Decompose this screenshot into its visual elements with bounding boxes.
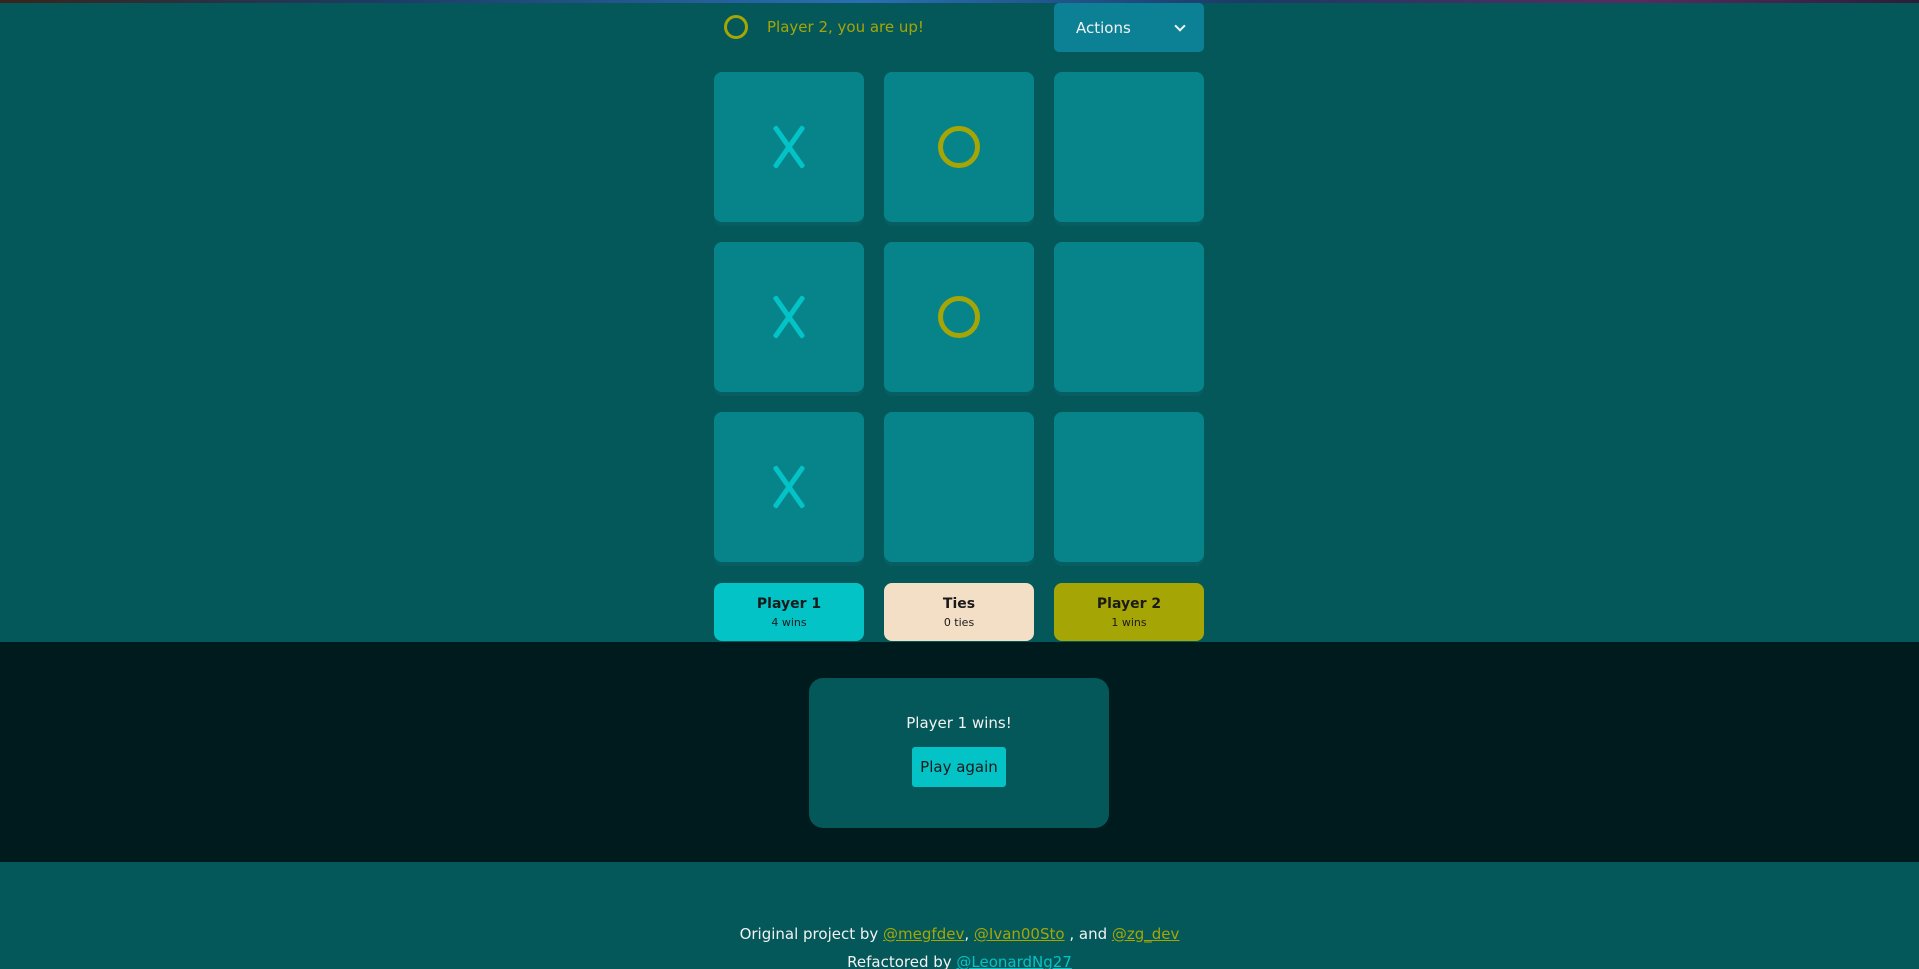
footer: Original project by @megfdev, @Ivan00Sto… [0, 920, 1919, 969]
ties-score-title: Ties [942, 595, 976, 612]
player2-score-count: 1 wins [1111, 615, 1147, 629]
board-square[interactable] [714, 242, 864, 392]
x-mark-icon [771, 295, 807, 339]
modal-backdrop: Player 1 wins! Play again [0, 642, 1919, 862]
board-square[interactable] [714, 72, 864, 222]
o-icon [724, 15, 748, 39]
result-modal: Player 1 wins! Play again [809, 678, 1109, 828]
x-mark-icon [771, 465, 807, 509]
board-square[interactable] [1054, 412, 1204, 562]
turn-indicator: Player 2, you are up! [724, 13, 924, 41]
board-square[interactable] [714, 412, 864, 562]
refactor-prefix: Refactored by [847, 953, 952, 969]
top-decorative-strip [0, 0, 1919, 3]
actions-dropdown[interactable]: Actions [1054, 3, 1204, 52]
player2-score-title: Player 2 [1096, 595, 1162, 612]
o-mark-icon [938, 296, 980, 338]
credits-separator: , [964, 925, 970, 943]
play-again-button[interactable]: Play again [912, 747, 1006, 787]
author-link-zg-dev[interactable]: @zg_dev [1112, 925, 1180, 943]
actions-label: Actions [1076, 18, 1131, 37]
game-board [714, 72, 1204, 562]
board-square[interactable] [884, 72, 1034, 222]
result-message: Player 1 wins! [906, 714, 1012, 732]
chevron-down-icon [1174, 19, 1186, 32]
author-link-ivan00sto[interactable]: @Ivan00Sto [974, 925, 1065, 943]
o-mark-icon [938, 126, 980, 168]
board-square[interactable] [1054, 242, 1204, 392]
turn-text: Player 2, you are up! [767, 18, 924, 36]
credits-prefix: Original project by [739, 925, 879, 943]
player1-score-count: 4 wins [771, 615, 807, 629]
player1-score: Player 1 4 wins [714, 583, 864, 641]
author-link-leonardng27[interactable]: @LeonardNg27 [956, 953, 1071, 969]
scoreboard: Player 1 4 wins Ties 0 ties Player 2 1 w… [714, 583, 1204, 641]
board-square[interactable] [884, 242, 1034, 392]
credits-line: Original project by @megfdev, @Ivan00Sto… [0, 920, 1919, 948]
ties-score: Ties 0 ties [884, 583, 1034, 641]
author-link-megfdev[interactable]: @megfdev [883, 925, 964, 943]
refactor-line: Refactored by @LeonardNg27 [0, 948, 1919, 969]
board-square[interactable] [884, 412, 1034, 562]
player1-score-title: Player 1 [756, 595, 822, 612]
board-square[interactable] [1054, 72, 1204, 222]
x-mark-icon [771, 125, 807, 169]
player2-score: Player 2 1 wins [1054, 583, 1204, 641]
ties-score-count: 0 ties [943, 615, 975, 629]
credits-separator-and: , and [1069, 925, 1108, 943]
